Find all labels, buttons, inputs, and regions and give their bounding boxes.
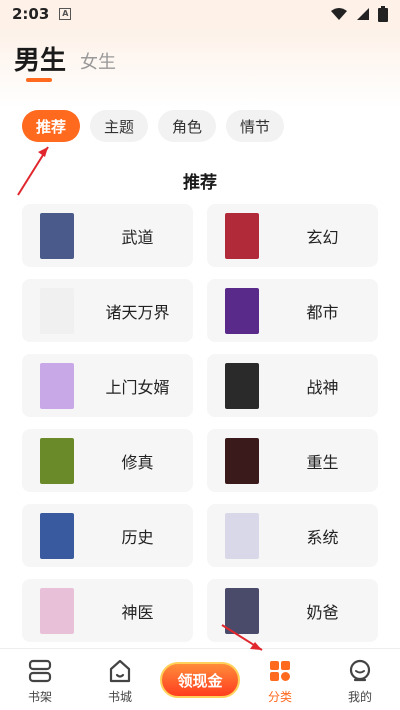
category-card[interactable]: 上门女婿 (22, 354, 193, 417)
nav-bookshelf[interactable]: 书架 (5, 649, 75, 705)
book-cover (40, 287, 74, 334)
book-cover (225, 437, 259, 484)
book-cover (40, 362, 74, 409)
category-card[interactable]: 武道 (22, 204, 193, 267)
category-card[interactable]: 奶爸 (207, 579, 378, 642)
category-label: 诸天万界 (105, 302, 170, 322)
tab-active-indicator (26, 78, 52, 82)
category-label: 系统 (306, 527, 339, 547)
category-label: 都市 (306, 302, 339, 322)
category-label: 历史 (121, 527, 154, 547)
category-label: 玄幻 (306, 227, 339, 247)
nav-label: 分类 (267, 690, 292, 704)
cash-badge: 领现金 (160, 662, 240, 698)
category-grid-icon (270, 661, 290, 681)
category-label: 重生 (306, 452, 339, 472)
category-card[interactable]: 玄幻 (207, 204, 378, 267)
category-label: 奶爸 (306, 602, 339, 622)
filter-chips: 推荐 主题 角色 情节 (22, 110, 285, 142)
category-label: 上门女婿 (105, 377, 170, 397)
book-cover (225, 212, 259, 259)
battery-icon (378, 6, 388, 22)
category-label: 修真 (121, 452, 154, 472)
bottom-nav: 书架 书城 领现金 分类 我的 (0, 648, 400, 710)
book-cover (40, 512, 74, 559)
book-cover (225, 287, 259, 334)
notification-badge: A (59, 8, 72, 20)
status-bar: 2:03 A (0, 0, 400, 28)
book-cover (40, 437, 74, 484)
nav-label: 书架 (27, 690, 52, 704)
tab-female[interactable]: 女生 (80, 48, 116, 77)
bookshelf-icon (28, 659, 52, 683)
chip-role[interactable]: 角色 (158, 110, 217, 142)
category-card[interactable]: 修真 (22, 429, 193, 492)
nav-label: 书城 (107, 690, 132, 704)
wifi-icon (331, 8, 347, 20)
category-card[interactable]: 神医 (22, 579, 193, 642)
gender-tabs: 男生 女生 (14, 40, 116, 82)
nav-label: 我的 (347, 690, 372, 704)
category-label: 战神 (306, 377, 339, 397)
category-card[interactable]: 重生 (207, 429, 378, 492)
signal-icon (357, 8, 369, 20)
category-card[interactable]: 系统 (207, 504, 378, 567)
tab-male-label: 男生 (14, 46, 67, 76)
category-label: 武道 (121, 227, 154, 247)
book-cover (225, 587, 259, 634)
category-grid: 武道 玄幻 诸天万界 都市 上门女婿 战神 修真 重生 历史 系统 神医 奶爸 (22, 204, 378, 642)
book-cover (225, 512, 259, 559)
book-cover (225, 362, 259, 409)
category-card[interactable]: 诸天万界 (22, 279, 193, 342)
nav-profile[interactable]: 我的 (325, 649, 395, 705)
nav-category[interactable]: 分类 (245, 649, 315, 705)
profile-icon (349, 659, 371, 682)
nav-bookstore[interactable]: 书城 (85, 649, 155, 705)
category-card[interactable]: 都市 (207, 279, 378, 342)
chip-plot[interactable]: 情节 (226, 110, 285, 142)
nav-cash[interactable]: 领现金 (160, 649, 240, 698)
chip-theme[interactable]: 主题 (90, 110, 149, 142)
home-icon (109, 659, 131, 683)
section-title: 推荐 (183, 173, 217, 193)
chip-recommend[interactable]: 推荐 (22, 110, 81, 142)
category-card[interactable]: 历史 (22, 504, 193, 567)
tab-male[interactable]: 男生 (14, 40, 67, 82)
category-label: 神医 (121, 602, 154, 622)
book-cover (40, 587, 74, 634)
category-card[interactable]: 战神 (207, 354, 378, 417)
book-cover (40, 212, 74, 259)
status-time: 2:03 (12, 5, 50, 23)
